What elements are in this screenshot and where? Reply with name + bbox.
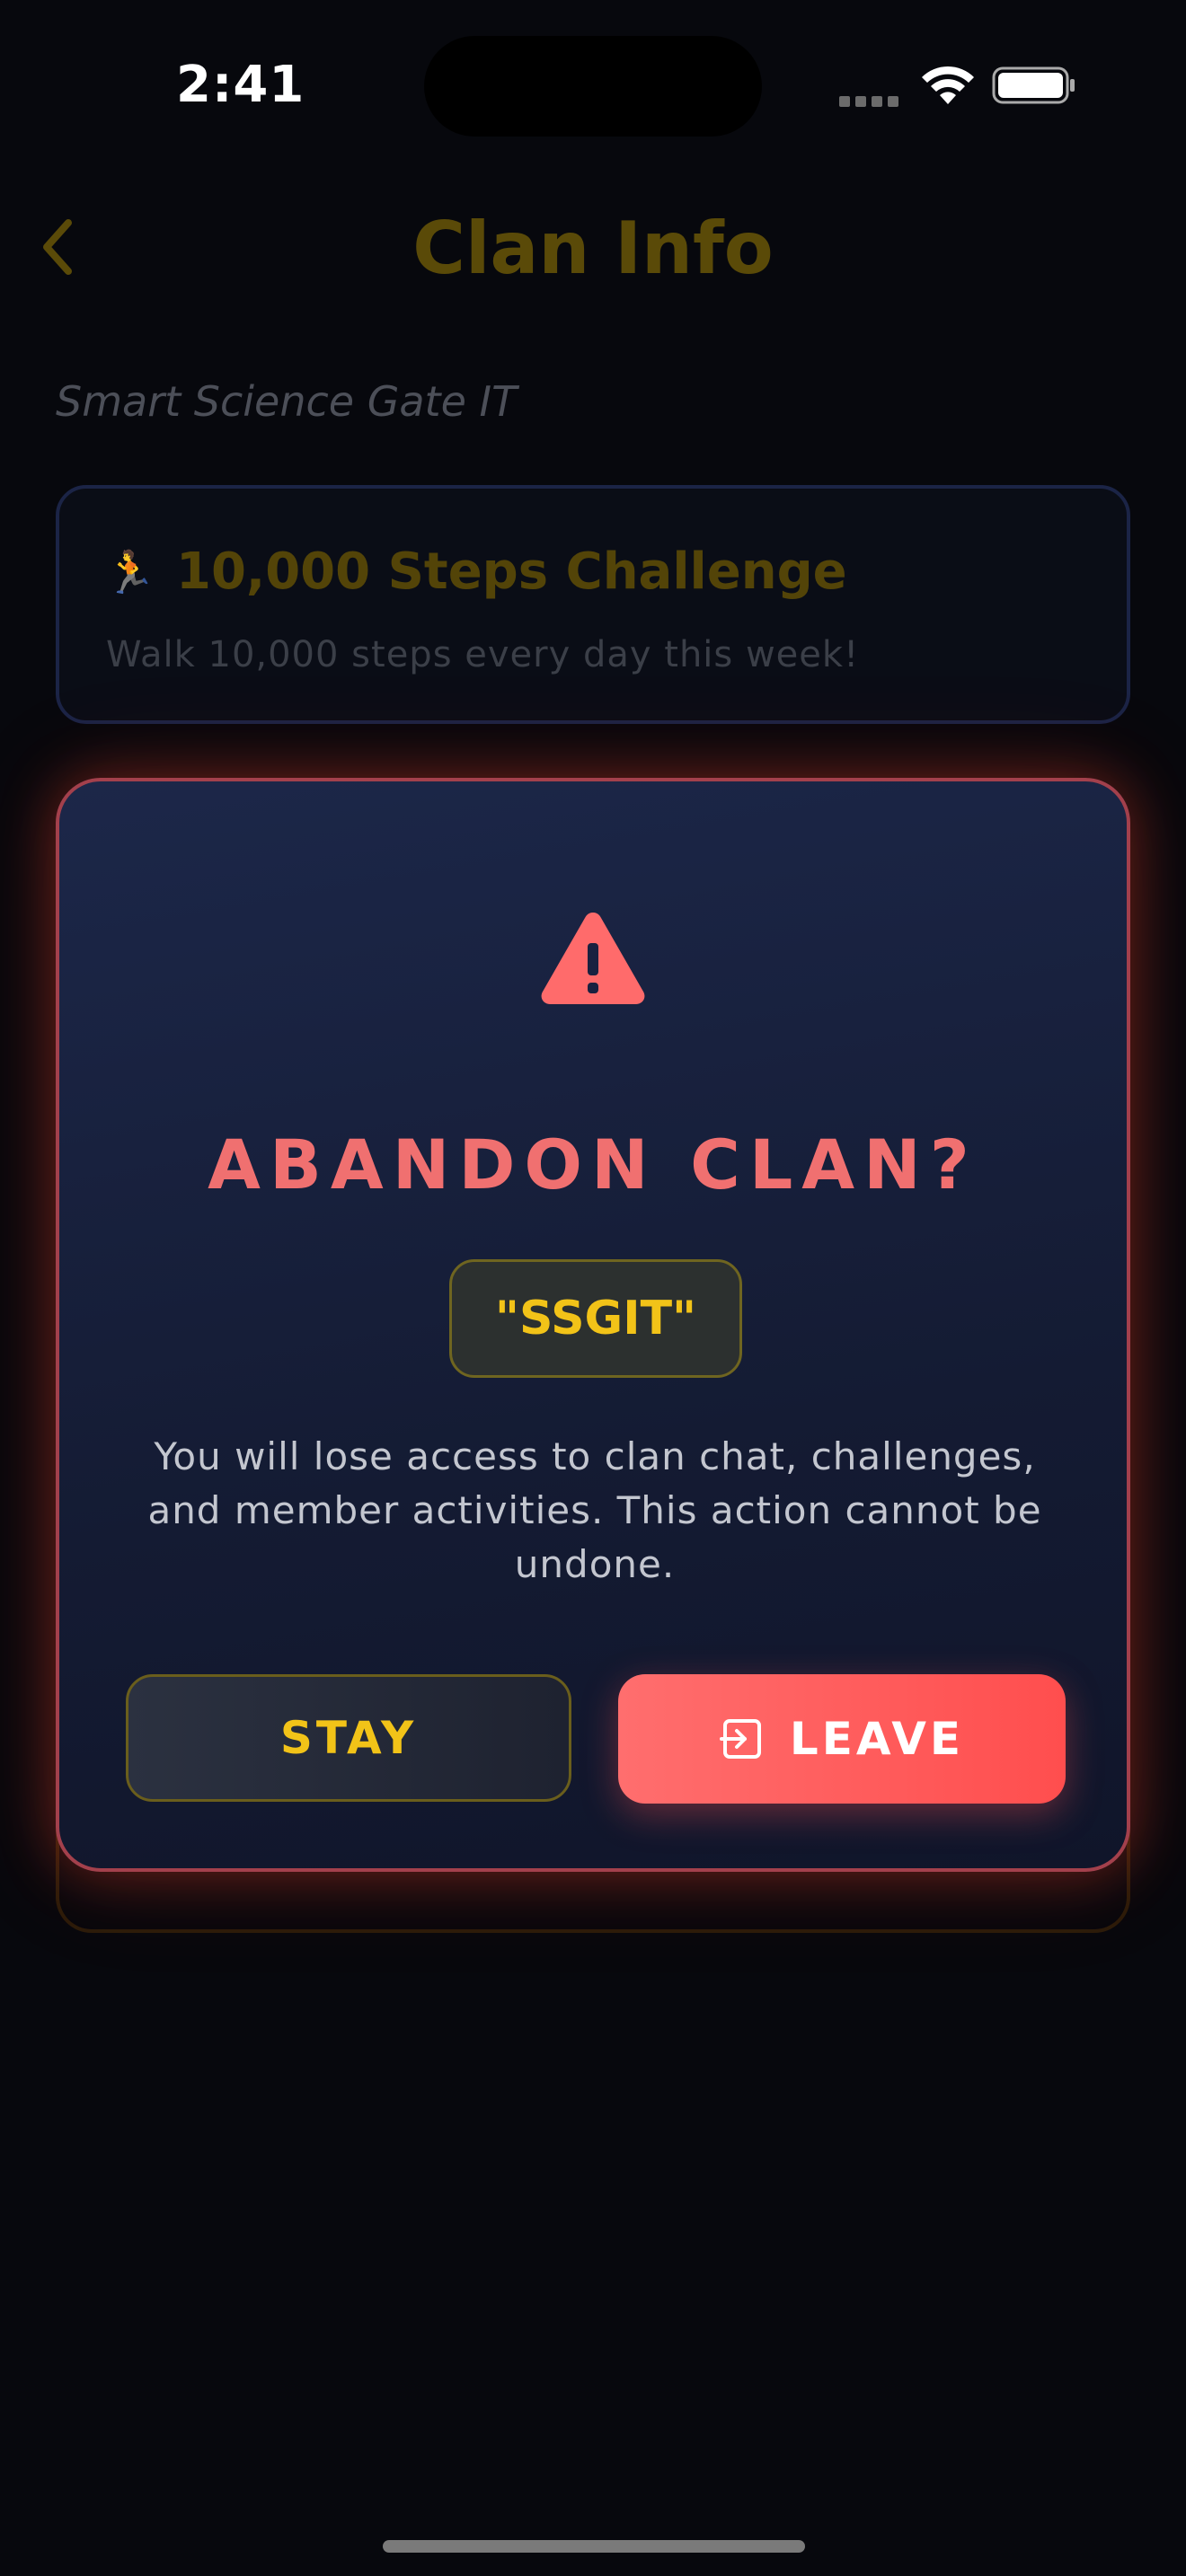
challenge-card[interactable]: 🏃 10,000 Steps Challenge Walk 10,000 ste… bbox=[56, 485, 1130, 724]
home-indicator[interactable] bbox=[383, 2540, 805, 2553]
stay-button[interactable]: STAY bbox=[126, 1674, 571, 1802]
warning-triangle-icon bbox=[541, 913, 645, 1004]
leave-button[interactable]: LEAVE bbox=[618, 1674, 1066, 1804]
cellular-signal-icon bbox=[839, 93, 911, 107]
clan-full-name: Smart Science Gate IT bbox=[56, 377, 518, 426]
runner-icon: 🏃 bbox=[104, 548, 156, 596]
dialog-message: You will lose access to clan chat, chall… bbox=[147, 1434, 1042, 1586]
status-time: 2:41 bbox=[176, 56, 305, 114]
exit-icon bbox=[719, 1719, 761, 1759]
challenge-description: Walk 10,000 steps every day this week! bbox=[106, 634, 860, 675]
challenge-title: 10,000 Steps Challenge bbox=[176, 543, 847, 601]
dialog-title: ABANDON CLAN? bbox=[208, 1125, 978, 1204]
clan-tag-badge: "SSGIT" bbox=[449, 1259, 742, 1378]
dynamic-island bbox=[424, 36, 762, 137]
battery-icon bbox=[992, 66, 1075, 104]
abandon-clan-dialog: ABANDON CLAN? "SSGIT" You will lose acce… bbox=[56, 778, 1130, 1872]
page-title: Clan Info bbox=[412, 207, 774, 290]
wifi-icon bbox=[922, 66, 974, 104]
header: Clan Info bbox=[0, 189, 1186, 305]
status-bar: 2:41 bbox=[0, 0, 1186, 171]
leave-button-label: LEAVE bbox=[789, 1713, 965, 1765]
